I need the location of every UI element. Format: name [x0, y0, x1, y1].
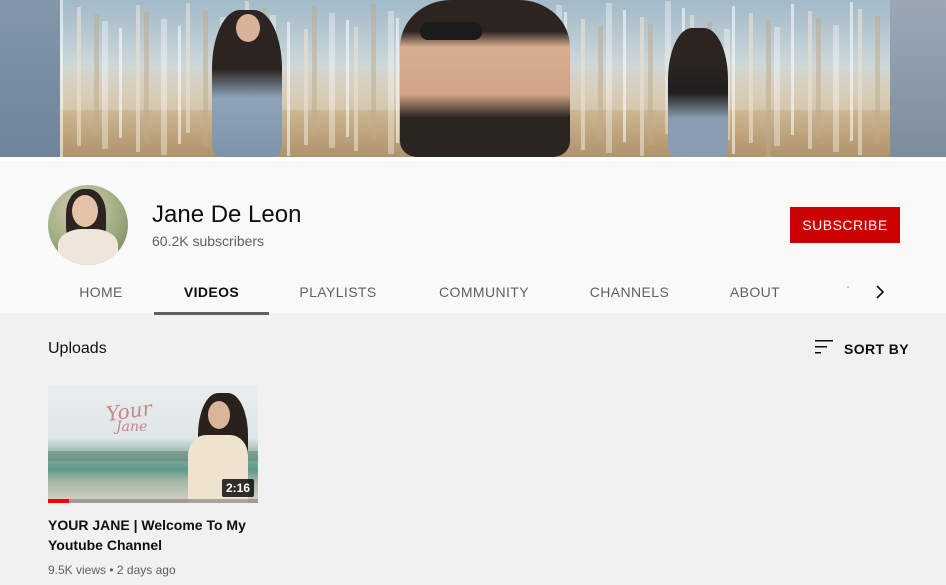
- sort-icon: [814, 338, 834, 361]
- banner-stripe: [346, 20, 349, 137]
- banner-stripe: [388, 11, 394, 154]
- banner-stripe: [102, 21, 108, 149]
- banner-stripe: [144, 12, 149, 141]
- video-age: 2 days ago: [116, 563, 176, 577]
- banner-stripe: [161, 19, 167, 155]
- banner-stripe: [640, 17, 644, 156]
- channel-tabs: HOME VIDEOS PLAYLISTS COMMUNITY CHANNELS…: [48, 268, 908, 317]
- banner-stripe: [766, 20, 771, 157]
- channel-header: Jane De Leon 60.2K subscribers SUBSCRIBE…: [0, 157, 946, 315]
- banner-stripe: [749, 13, 753, 143]
- banner-stripe: [732, 6, 735, 154]
- banner-stripe: [623, 10, 626, 142]
- subscriber-count: 60.2K subscribers: [152, 233, 265, 249]
- video-meta: 9.5K views • 2 days ago: [48, 563, 258, 577]
- banner-stripe: [94, 14, 99, 135]
- tab-community[interactable]: COMMUNITY: [407, 268, 561, 317]
- tab-about[interactable]: ABOUT: [698, 268, 812, 317]
- banner-stripe: [329, 13, 335, 148]
- sort-by-button[interactable]: SORT BY: [814, 338, 909, 360]
- thumbnail-script-text-2: Jane: [116, 419, 148, 435]
- banner-stripe: [203, 10, 208, 147]
- video-title[interactable]: YOUR JANE | Welcome To My Youtube Channe…: [48, 515, 248, 555]
- banner-stripe: [186, 3, 190, 133]
- video-duration: 2:16: [221, 479, 254, 497]
- banner-stripe: [858, 9, 862, 155]
- banner-stripe: [396, 18, 399, 143]
- channel-name: Jane De Leon: [152, 201, 302, 228]
- banner-stripe: [312, 6, 317, 134]
- banner-stripe: [791, 4, 794, 135]
- banner-stripe: [178, 26, 181, 144]
- banner-stripe: [833, 25, 839, 152]
- tab-playlists[interactable]: PLAYLISTS: [269, 268, 407, 317]
- banner-stripe: [606, 3, 612, 153]
- banner-stripe: [77, 7, 81, 146]
- subscribe-button[interactable]: SUBSCRIBE: [790, 207, 900, 243]
- channel-banner: [0, 0, 946, 157]
- banner-stripe: [875, 16, 880, 144]
- tab-channels[interactable]: CHANNELS: [561, 268, 698, 317]
- video-views: 9.5K views: [48, 563, 107, 577]
- tab-home[interactable]: HOME: [48, 268, 154, 317]
- banner-stripe: [808, 11, 812, 149]
- meta-separator: •: [109, 563, 117, 577]
- banner-stripe: [371, 4, 376, 140]
- video-card[interactable]: Your Jane 2:16 YOUR JANE | Welcome To My…: [48, 385, 258, 577]
- tab-overflow-fragment: ˈ: [846, 284, 850, 298]
- banner-stripe: [581, 19, 585, 150]
- banner-stripe: [598, 26, 603, 139]
- chevron-right-icon[interactable]: [868, 280, 892, 304]
- section-title: Uploads: [48, 340, 107, 357]
- banner-stripe: [816, 18, 821, 138]
- banner-stripe: [304, 29, 308, 145]
- banner-stripe: [119, 28, 122, 138]
- sort-by-label: SORT BY: [844, 341, 910, 357]
- watch-progress-bar: [48, 499, 258, 503]
- channel-avatar[interactable]: [48, 185, 128, 265]
- banner-stripe: [354, 27, 358, 151]
- banner-stripe: [648, 24, 653, 145]
- tab-videos[interactable]: VIDEOS: [154, 268, 269, 315]
- banner-stripe: [774, 27, 780, 146]
- banner-stripe: [287, 22, 290, 156]
- video-thumbnail[interactable]: Your Jane 2:16: [48, 385, 258, 503]
- banner-stripe: [60, 0, 63, 157]
- banner-stripe: [136, 5, 140, 152]
- banner-stripe: [850, 2, 853, 141]
